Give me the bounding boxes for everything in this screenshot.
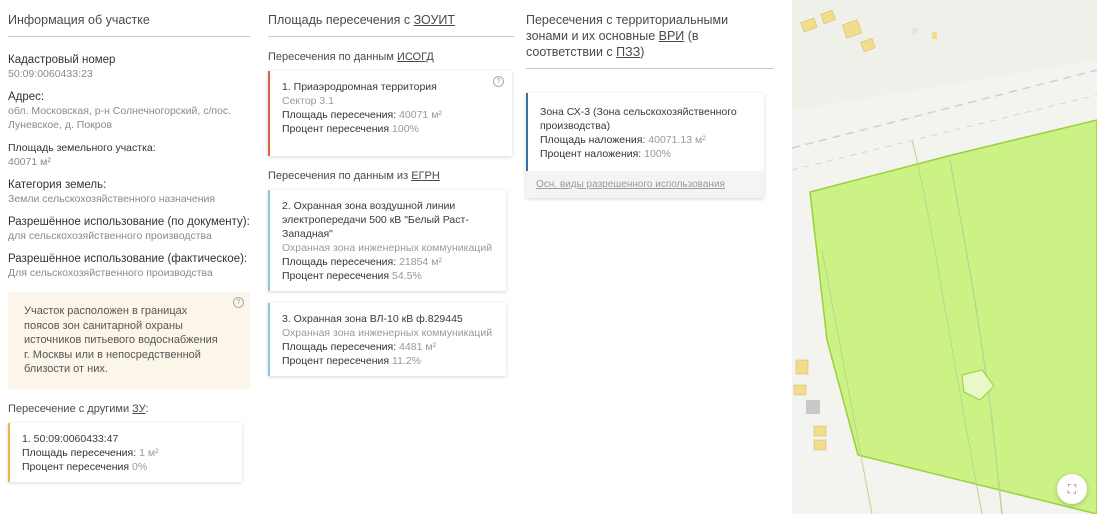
area-val: 21854 м² [399, 256, 442, 268]
area-key: Площадь пересечения: [282, 341, 400, 353]
pct-key: Процент пересечения [22, 460, 133, 473]
other-parcel-title: 1. 50:09:0060433:47 [22, 432, 119, 445]
cadastral-label: Кадастровый номер [8, 54, 116, 66]
category-block: Категория земель: Земли сельскохозяйстве… [8, 178, 250, 206]
area-key: Площадь пересечения: [282, 256, 400, 268]
zouit-link[interactable]: ЗОУИТ [414, 13, 455, 27]
pct-val: 11.2% [392, 355, 422, 367]
zones-title-line2: зонами и их основные ВРИ (в [526, 28, 774, 44]
zones-title-line2-end: (в [684, 29, 699, 43]
map-building [795, 359, 809, 375]
zones-title-line3: соответствии с ПЗЗ) [526, 44, 774, 60]
area-key: Площадь наложения: [540, 134, 649, 146]
zones-title-line2-text: зонами и их основные [526, 29, 659, 43]
map-building [813, 439, 827, 451]
use-fact-block: Разрешённое использование (фактическое):… [8, 252, 250, 280]
map-building [813, 425, 827, 437]
area-label: Площадь земельного участка: [8, 142, 156, 154]
cadastral-value: 50:09:0060433:23 [8, 68, 93, 80]
use-doc-block: Разрешённое использование (по документу)… [8, 215, 250, 243]
use-fact-value: Для сельскохозяйственного производства [8, 267, 213, 279]
zouit-title-text: Площадь пересечения с [268, 13, 414, 27]
other-parcels-label-colon: : [145, 402, 149, 415]
isogd-link[interactable]: ИСОГД [397, 51, 434, 63]
isogd-subtitle: Пересечения по данным ИСОГД [268, 51, 514, 63]
parcel-info-title: Информация об участке [8, 0, 250, 37]
pct-val: 100% [392, 123, 419, 135]
use-fact-label: Разрешённое использование (фактическое): [8, 253, 248, 265]
map-canvas[interactable] [792, 0, 1097, 514]
pct-key: Процент наложения: [540, 148, 645, 160]
pct-val: 100% [644, 148, 671, 160]
pct-key: Процент пересечения [282, 123, 393, 135]
zu-link[interactable]: ЗУ [132, 403, 145, 415]
zones-title-line1: Пересечения с территориальными [526, 13, 729, 27]
area-block: Площадь земельного участка: 40071 м² [8, 141, 250, 169]
address-block: Адрес: обл. Московская, р-н Солнечногорс… [8, 90, 250, 132]
help-icon[interactable]: ? [233, 297, 244, 308]
zouit-title: Площадь пересечения с ЗОУИТ [268, 0, 514, 37]
zone-card-title: Зона СХ-3 (Зона сельскохозяйственного пр… [540, 106, 737, 132]
card-accent-bar [268, 190, 270, 291]
egrn-link[interactable]: ЕГРН [411, 170, 440, 182]
vri-details-link[interactable]: Осн. виды разрешенного использования [526, 171, 764, 198]
address-value: обл. Московская, р-н Солнечногорский, с/… [8, 105, 232, 131]
zones-column: Пересечения с территориальными зонами и … [526, 0, 774, 198]
area-val: 40071.13 м² [648, 134, 706, 146]
sanitary-zone-warning: ? Участок расположен в границах поясов з… [8, 292, 250, 389]
map-building [793, 384, 807, 396]
zones-title-line3-end: ) [640, 45, 645, 59]
other-parcel-card[interactable]: 1. 50:09:0060433:47 Площадь пересечения:… [8, 422, 242, 482]
category-value: Земли сельскохозяйственного назначения [8, 193, 216, 205]
zones-title-line3-text: соответствии с [526, 45, 617, 59]
isogd-card[interactable]: ? 1. Приаэродромная территория Сектор 3.… [268, 71, 512, 156]
zone-card[interactable]: Зона СХ-3 (Зона сельскохозяйственного пр… [526, 93, 764, 171]
use-doc-label: Разрешённое использование (по документу)… [8, 216, 250, 228]
egrn-subtitle: Пересечения по данным из ЕГРН [268, 170, 514, 182]
category-label: Категория земель: [8, 179, 107, 191]
egrn-card[interactable]: 2. Охранная зона воздушной линии электро… [268, 190, 506, 291]
area-key: Площадь пересечения: [282, 109, 400, 121]
zones-title: Пересечения с территориальными зонами и … [526, 0, 774, 69]
use-doc-value: для сельскохозяйственного производства [8, 230, 212, 242]
card-accent-bar [8, 422, 10, 482]
egrn-card-sub: Охранная зона инженерных коммуникаций [282, 242, 493, 254]
egrn-card-title: 3. Охранная зона ВЛ-10 кВ ф.829445 [282, 313, 463, 325]
vri-link[interactable]: ВРИ [659, 29, 685, 43]
isogd-card-sub: Сектор 3.1 [282, 95, 335, 107]
pct-key: Процент пересечения [282, 270, 393, 282]
egrn-subtitle-text: Пересечения по данным из [268, 170, 412, 182]
map-panel[interactable]: ⛶ [792, 0, 1097, 514]
area-val: 40071 м² [399, 109, 442, 121]
area-val: 1 м² [139, 446, 159, 459]
expand-icon[interactable]: ⛶ [1057, 474, 1087, 504]
card-accent-bar [268, 303, 270, 376]
egrn-card[interactable]: 3. Охранная зона ВЛ-10 кВ ф.829445 Охран… [268, 303, 506, 376]
other-parcels-label: Пересечение с другими ЗУ: [8, 403, 250, 415]
egrn-card-sub: Охранная зона инженерных коммуникаций [282, 327, 493, 339]
zouit-column: Площадь пересечения с ЗОУИТ Пересечения … [268, 0, 514, 376]
pct-key: Процент пересечения [282, 355, 393, 367]
help-icon[interactable]: ? [493, 76, 504, 87]
egrn-card-title: 2. Охранная зона воздушной линии электро… [282, 200, 469, 240]
other-parcels-label-text: Пересечение с другими [8, 402, 133, 415]
isogd-subtitle-text: Пересечения по данным [268, 51, 397, 63]
area-val: 4481 м² [399, 341, 437, 353]
card-accent-bar [526, 93, 528, 171]
pct-val: 54.5% [392, 270, 422, 282]
cadastral-block: Кадастровый номер 50:09:0060433:23 [8, 53, 250, 81]
pct-val: 0% [132, 460, 148, 473]
parcel-info-column: Информация об участке Кадастровый номер … [8, 0, 250, 482]
area-value: 40071 м² [8, 156, 51, 168]
area-key: Площадь пересечения: [22, 446, 140, 459]
pzz-link[interactable]: ПЗЗ [616, 45, 640, 59]
map-building [806, 400, 820, 414]
address-label: Адрес: [8, 91, 45, 103]
isogd-card-title: 1. Приаэродромная территория [282, 81, 437, 93]
map-building [912, 28, 918, 34]
zone-card-wrap: Зона СХ-3 (Зона сельскохозяйственного пр… [526, 93, 764, 198]
card-accent-bar [268, 71, 270, 156]
map-building [932, 32, 937, 39]
warning-text: Участок расположен в границах поясов зон… [24, 305, 218, 375]
